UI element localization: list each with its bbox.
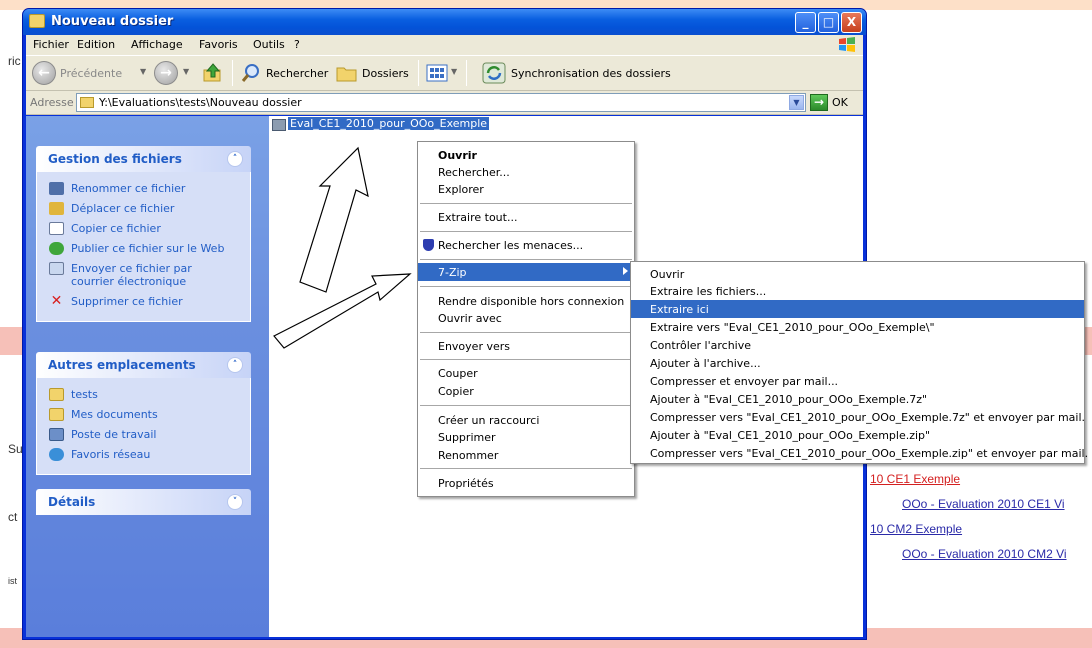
- zip-item-label: Compresser vers "Eval_CE1_2010_pour_OOo_…: [650, 411, 1086, 424]
- zip-item-compress-7z-email[interactable]: Compresser vers "Eval_CE1_2010_pour_OOo_…: [631, 408, 1086, 426]
- zip-item-add-7z[interactable]: Ajouter à "Eval_CE1_2010_pour_OOo_Exempl…: [631, 390, 1084, 408]
- context-item-copy[interactable]: Copier: [418, 382, 634, 400]
- context-item-send-to[interactable]: Envoyer vers: [418, 337, 634, 355]
- 7zip-submenu: Ouvrir Extraire les fichiers... Extraire…: [630, 261, 1088, 464]
- context-item-open[interactable]: Ouvrir: [418, 146, 634, 164]
- context-item-label: Explorer: [438, 183, 484, 196]
- zip-item-label: Ajouter à "Eval_CE1_2010_pour_OOo_Exempl…: [650, 429, 931, 442]
- context-item-extract-all[interactable]: Extraire tout...: [418, 208, 634, 226]
- context-item-label: Ouvrir avec: [438, 312, 502, 325]
- context-item-label: Supprimer: [438, 431, 496, 444]
- zip-item-extract-to[interactable]: Extraire vers "Eval_CE1_2010_pour_OOo_Ex…: [631, 318, 1084, 336]
- arrow-to-file: [299, 146, 369, 293]
- context-item-delete[interactable]: Supprimer: [418, 428, 634, 446]
- menu-separator: [420, 286, 632, 287]
- context-item-properties[interactable]: Propriétés: [418, 474, 634, 492]
- zip-item-label: Ajouter à "Eval_CE1_2010_pour_OOo_Exempl…: [650, 393, 928, 406]
- context-item-search[interactable]: Rechercher...: [418, 163, 634, 181]
- context-item-rename[interactable]: Renommer: [418, 446, 634, 464]
- zip-item-label: Contrôler l'archive: [650, 339, 752, 352]
- zip-item-extract-files[interactable]: Extraire les fichiers...: [631, 282, 1084, 300]
- zip-item-label: Extraire vers "Eval_CE1_2010_pour_OOo_Ex…: [650, 321, 935, 334]
- context-item-label: Propriétés: [438, 477, 494, 490]
- zip-item-label: Compresser et envoyer par mail...: [650, 375, 839, 388]
- context-item-label: Rechercher...: [438, 166, 510, 179]
- zip-item-label: Extraire ici: [650, 303, 709, 316]
- context-item-label: Créer un raccourci: [438, 414, 540, 427]
- menu-separator: [420, 203, 632, 204]
- shield-icon: [423, 239, 434, 251]
- context-item-label: Renommer: [438, 449, 499, 462]
- zip-item-label: Extraire les fichiers...: [650, 285, 767, 298]
- context-item-offline[interactable]: Rendre disponible hors connexion: [418, 292, 634, 310]
- context-item-scan-threats[interactable]: Rechercher les menaces...: [418, 236, 634, 254]
- context-item-explore[interactable]: Explorer: [418, 180, 634, 198]
- menu-separator: [420, 468, 632, 469]
- zip-item-label: Ouvrir: [650, 268, 685, 281]
- context-item-label: Rechercher les menaces...: [438, 239, 584, 252]
- context-item-open-with[interactable]: Ouvrir avec: [418, 309, 634, 327]
- zip-item-compress-email[interactable]: Compresser et envoyer par mail...: [631, 372, 1084, 390]
- context-item-label: Copier: [438, 385, 474, 398]
- zip-item-label: Compresser vers "Eval_CE1_2010_pour_OOo_…: [650, 447, 1089, 460]
- menu-separator: [420, 332, 632, 333]
- context-item-label: Ouvrir: [438, 149, 477, 162]
- context-item-create-shortcut[interactable]: Créer un raccourci: [418, 411, 634, 429]
- arrow-to-7zip: [273, 273, 412, 349]
- zip-item-compress-zip-email[interactable]: Compresser vers "Eval_CE1_2010_pour_OOo_…: [631, 444, 1088, 462]
- menu-separator: [420, 405, 632, 406]
- menu-separator: [420, 259, 632, 260]
- context-item-label: Couper: [438, 367, 478, 380]
- zip-item-add-to-archive[interactable]: Ajouter à l'archive...: [631, 354, 1084, 372]
- context-item-7zip[interactable]: 7-Zip: [418, 263, 634, 281]
- context-item-label: Rendre disponible hors connexion: [438, 295, 625, 308]
- submenu-arrow-icon: [623, 267, 628, 275]
- zip-item-add-zip[interactable]: Ajouter à "Eval_CE1_2010_pour_OOo_Exempl…: [631, 426, 1084, 444]
- zip-item-extract-here[interactable]: Extraire ici: [631, 300, 1084, 318]
- menu-separator: [420, 359, 632, 360]
- context-menu: Ouvrir Rechercher... Explorer Extraire t…: [417, 141, 635, 497]
- context-item-cut[interactable]: Couper: [418, 364, 634, 382]
- zip-item-test-archive[interactable]: Contrôler l'archive: [631, 336, 1084, 354]
- zip-item-open[interactable]: Ouvrir: [631, 265, 1084, 283]
- context-item-label: Extraire tout...: [438, 211, 518, 224]
- context-item-label: 7-Zip: [438, 266, 467, 279]
- menu-separator: [420, 231, 632, 232]
- zip-item-label: Ajouter à l'archive...: [650, 357, 761, 370]
- context-item-label: Envoyer vers: [438, 340, 510, 353]
